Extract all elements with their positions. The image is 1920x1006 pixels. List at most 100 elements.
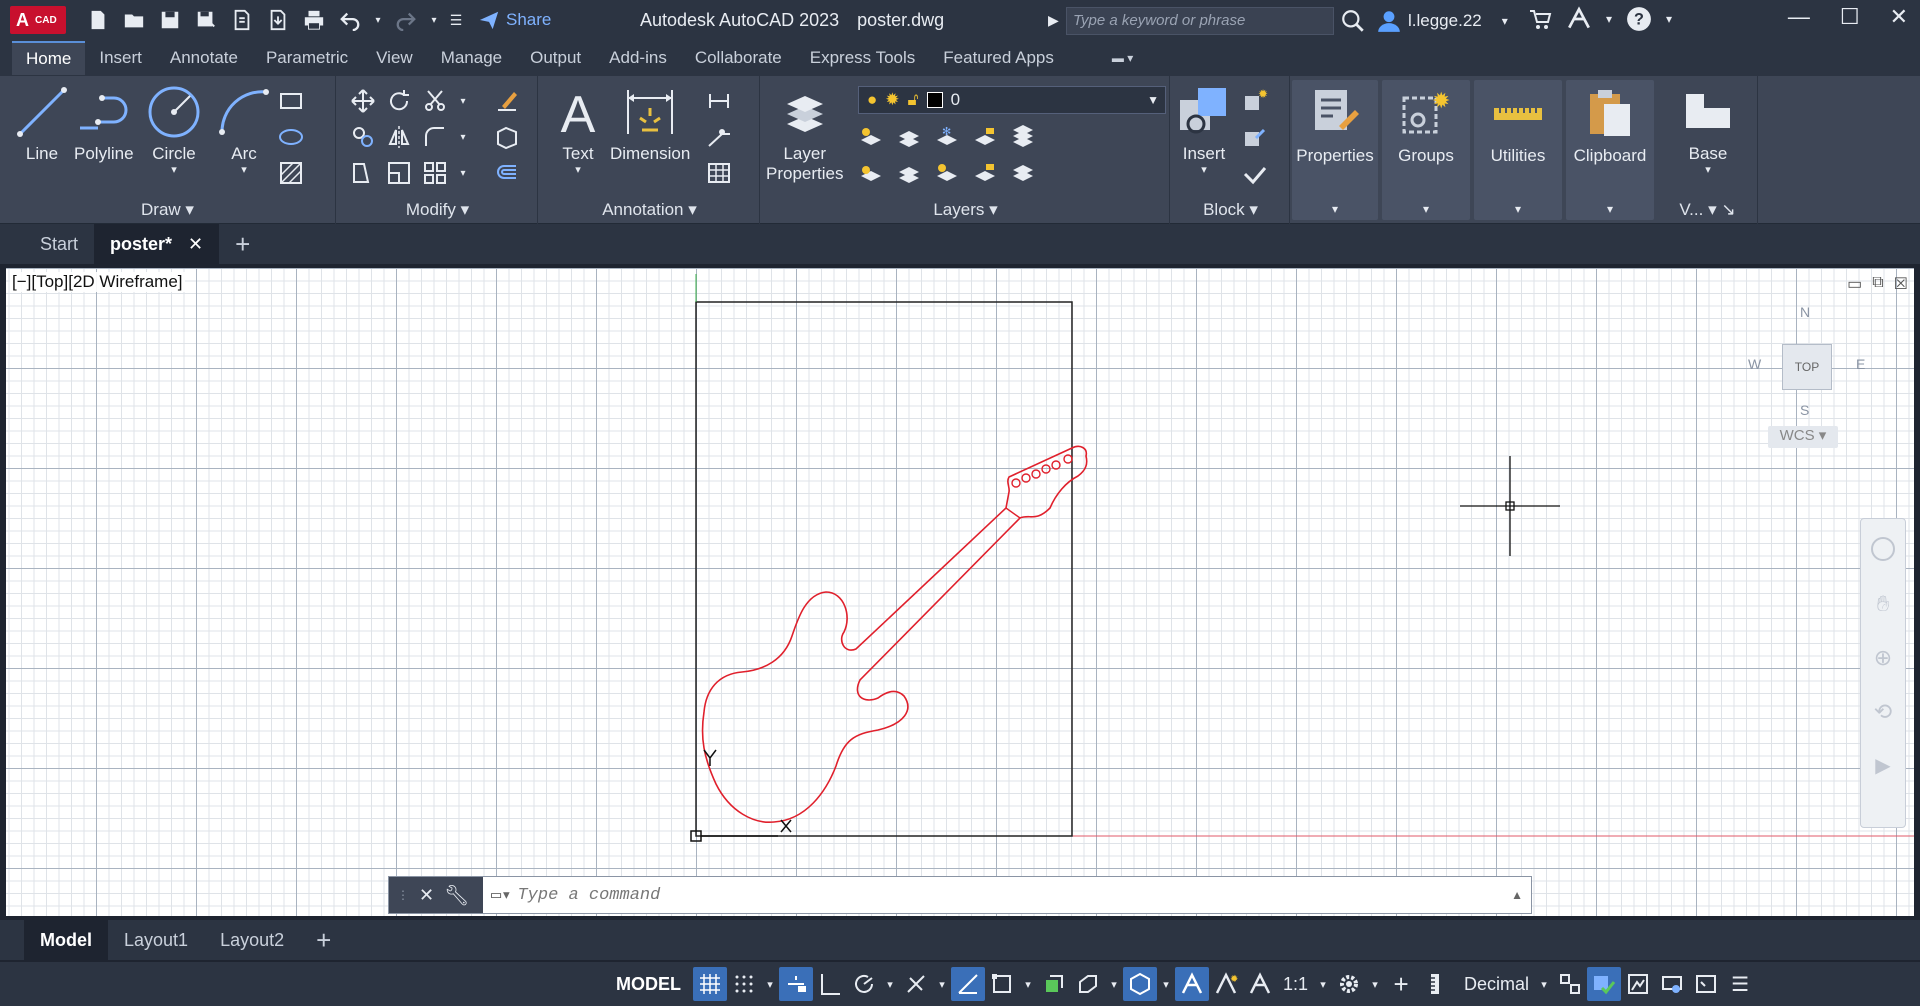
- tab-parametric[interactable]: Parametric: [252, 42, 362, 74]
- maximize-icon[interactable]: ☐: [1840, 4, 1860, 30]
- chevron-down-icon[interactable]: ▾: [933, 967, 951, 1001]
- table-icon[interactable]: [704, 158, 734, 188]
- grid-icon[interactable]: [693, 967, 727, 1001]
- erase-icon[interactable]: [492, 86, 522, 116]
- layer-isolate-icon[interactable]: [894, 122, 924, 152]
- chevron-down-icon[interactable]: ▾: [1366, 967, 1384, 1001]
- rotate-icon[interactable]: [384, 86, 414, 116]
- zoom-extents-icon[interactable]: ⊕: [1871, 645, 1895, 670]
- tab-view[interactable]: View: [362, 42, 427, 74]
- polyline-button[interactable]: Polyline: [74, 84, 134, 164]
- text-button[interactable]: A Text ▾: [550, 84, 606, 178]
- linear-dimension-icon[interactable]: [704, 86, 734, 116]
- layer-off-icon[interactable]: [856, 122, 886, 152]
- viewport-close-icon[interactable]: ☒: [1894, 274, 1908, 294]
- search-icon[interactable]: [1340, 8, 1366, 34]
- save-icon[interactable]: [156, 6, 184, 34]
- share-button[interactable]: Share: [478, 9, 551, 31]
- view-panel-title[interactable]: V... ▾ ↘: [1658, 200, 1757, 220]
- autodesk-a360-icon[interactable]: [1566, 6, 1592, 32]
- minimize-icon[interactable]: —: [1788, 4, 1810, 30]
- annotation-visibility-icon[interactable]: [1175, 967, 1209, 1001]
- transparency-icon[interactable]: [1071, 967, 1105, 1001]
- fillet-icon[interactable]: [420, 122, 450, 152]
- rectangle-icon[interactable]: [276, 86, 306, 116]
- graphics-performance-icon[interactable]: [1655, 967, 1689, 1001]
- wcs-menu[interactable]: WCS ▾: [1768, 426, 1838, 448]
- chevron-down-icon[interactable]: ▾: [1019, 967, 1037, 1001]
- drawing-canvas[interactable]: [6, 268, 1914, 916]
- plus-icon[interactable]: +: [1384, 967, 1418, 1001]
- tab-home[interactable]: Home: [12, 41, 86, 75]
- units-icon[interactable]: [1418, 967, 1452, 1001]
- modify-panel-title[interactable]: Modify ▾: [338, 200, 537, 220]
- chevron-down-icon[interactable]: ▾: [456, 86, 470, 116]
- move-icon[interactable]: [348, 86, 378, 116]
- tab-annotate[interactable]: Annotate: [156, 42, 252, 74]
- pan-icon[interactable]: ✋︎: [1871, 591, 1895, 616]
- tab-insert[interactable]: Insert: [85, 42, 156, 74]
- stretch-icon[interactable]: [348, 158, 378, 188]
- properties-button[interactable]: Properties: [1292, 86, 1378, 166]
- compass-south[interactable]: S: [1800, 402, 1809, 418]
- array-icon[interactable]: [420, 158, 450, 188]
- auto-scale-icon[interactable]: ✹: [1209, 967, 1243, 1001]
- isodraft-icon[interactable]: [899, 967, 933, 1001]
- layer-lock-icon[interactable]: [970, 122, 1000, 152]
- drag-handle-icon[interactable]: ⋮: [397, 888, 409, 902]
- chevron-down-icon[interactable]: ▾: [428, 6, 440, 34]
- leader-icon[interactable]: [704, 122, 734, 152]
- help-search-input[interactable]: Type a keyword or phrase: [1066, 7, 1334, 35]
- chevron-down-icon[interactable]: ▾: [456, 122, 470, 152]
- isolate-objects-icon[interactable]: [1621, 967, 1655, 1001]
- new-layout-button[interactable]: +: [300, 925, 347, 956]
- undo-icon[interactable]: [336, 6, 364, 34]
- chevron-up-icon[interactable]: ▲: [1511, 888, 1523, 902]
- layer-unlock-icon[interactable]: [970, 158, 1000, 188]
- copy-icon[interactable]: [348, 122, 378, 152]
- chevron-down-icon[interactable]: ▾: [881, 967, 899, 1001]
- clean-screen-icon[interactable]: [1689, 967, 1723, 1001]
- chevron-down-icon[interactable]: ▾: [1535, 967, 1553, 1001]
- viewport-minimize-icon[interactable]: ▭: [1847, 274, 1862, 294]
- chevron-down-icon[interactable]: ▾: [1666, 12, 1672, 26]
- tab-express-tools[interactable]: Express Tools: [796, 42, 930, 74]
- layer-dropdown[interactable]: ● ✹ 🔓︎ 0 ▼: [858, 86, 1166, 114]
- orbit-icon[interactable]: ⟲: [1871, 699, 1895, 724]
- navigation-bar[interactable]: ✋︎ ⊕ ⟲ ▶: [1860, 518, 1906, 828]
- tab-manage[interactable]: Manage: [427, 42, 516, 74]
- polar-tracking-icon[interactable]: [847, 967, 881, 1001]
- lock-ui-icon[interactable]: [1587, 967, 1622, 1001]
- utilities-button[interactable]: Utilities: [1474, 86, 1562, 166]
- layout2-tab[interactable]: Layout2: [204, 930, 300, 951]
- base-button[interactable]: Base ▾: [1664, 84, 1752, 178]
- model-space-toggle[interactable]: MODEL: [604, 974, 693, 995]
- chevron-right-icon[interactable]: ▶: [1048, 12, 1059, 29]
- user-account[interactable]: l.legge.22 ▾: [1376, 8, 1508, 34]
- layout1-tab[interactable]: Layout1: [108, 930, 204, 951]
- layers-panel-title[interactable]: Layers ▾: [762, 200, 1169, 220]
- chevron-down-icon[interactable]: ▾: [1105, 967, 1123, 1001]
- object-snap-icon[interactable]: [985, 967, 1019, 1001]
- view-cube[interactable]: N W E S TOP WCS ▾: [1748, 298, 1868, 448]
- draw-panel-title[interactable]: Draw ▾: [0, 200, 335, 220]
- chevron-down-icon[interactable]: ▾: [1157, 967, 1175, 1001]
- new-tab-button[interactable]: +: [219, 229, 266, 260]
- ellipse-icon[interactable]: [276, 122, 306, 152]
- utilities-panel[interactable]: Utilities ▾: [1474, 80, 1562, 220]
- tab-output[interactable]: Output: [516, 42, 595, 74]
- quick-properties-icon[interactable]: [1553, 967, 1587, 1001]
- cart-icon[interactable]: [1528, 7, 1552, 31]
- new-file-icon[interactable]: [84, 6, 112, 34]
- circle-button[interactable]: Circle ▾: [146, 84, 202, 178]
- line-button[interactable]: Line: [14, 84, 70, 164]
- arc-button[interactable]: Arc ▾: [216, 84, 272, 178]
- ribbon-minimize-button[interactable]: ▬ ▾: [1098, 45, 1147, 71]
- object-snap-tracking-icon[interactable]: [951, 967, 985, 1001]
- viewport-restore-icon[interactable]: ⧉: [1872, 274, 1883, 294]
- clipboard-panel[interactable]: Clipboard ▾: [1566, 80, 1654, 220]
- block-panel-title[interactable]: Block ▾: [1172, 200, 1289, 220]
- customize-qat-icon[interactable]: ☰: [448, 6, 464, 34]
- chevron-down-icon[interactable]: ▾: [456, 158, 470, 188]
- create-block-icon[interactable]: ✹: [1240, 86, 1270, 116]
